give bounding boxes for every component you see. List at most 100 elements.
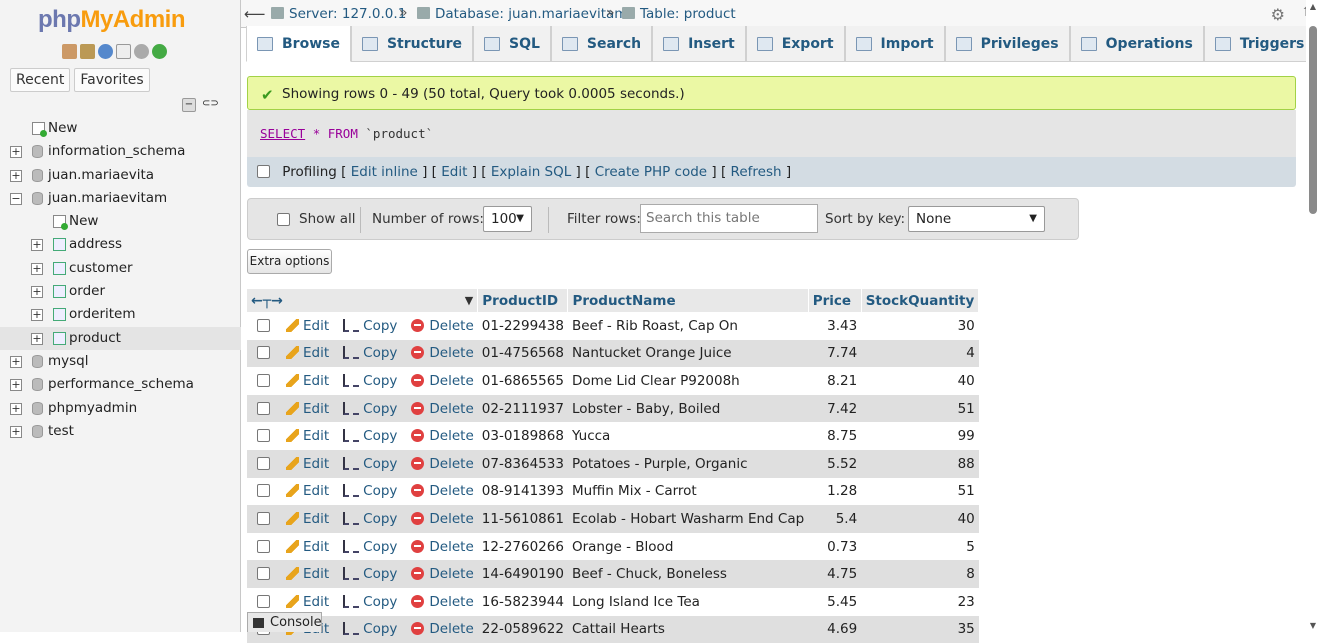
cell-stockquantity[interactable]: 88 — [861, 449, 979, 478]
tab-import[interactable]: Import — [844, 26, 945, 62]
cell-productid[interactable]: 03-0189868 — [477, 422, 568, 450]
tab-search[interactable]: Search — [550, 26, 653, 62]
collapse-icon[interactable]: − — [10, 192, 22, 205]
row-delete-link[interactable]: Delete — [411, 456, 474, 472]
cell-stockquantity[interactable]: 4 — [861, 339, 979, 368]
row-delete-link[interactable]: Delete — [411, 318, 474, 334]
row-copy-link[interactable]: Copy — [343, 511, 397, 527]
cell-productname[interactable]: Orange - Blood — [567, 532, 809, 561]
row-checkbox[interactable] — [257, 401, 270, 415]
expand-icon[interactable]: + — [31, 332, 43, 345]
tree-item-mysql[interactable]: + mysql — [0, 350, 241, 373]
breadcrumb-server[interactable]: Server: 127.0.0.1 — [271, 6, 406, 22]
row-copy-link[interactable]: Copy — [343, 594, 397, 610]
tree-item-label[interactable]: customer — [69, 257, 133, 280]
row-copy-link[interactable]: Copy — [343, 539, 397, 555]
cell-productname[interactable]: Dome Lid Clear P92008h — [567, 367, 809, 395]
expand-icon[interactable]: + — [31, 262, 43, 275]
row-delete-link[interactable]: Delete — [411, 511, 474, 527]
cell-price[interactable]: 7.42 — [808, 394, 862, 423]
tree-item-label[interactable]: phpmyadmin — [48, 397, 137, 420]
tree-item-customer[interactable]: + customer — [0, 257, 241, 280]
cell-productid[interactable]: 14-6490190 — [477, 560, 568, 588]
row-checkbox[interactable] — [257, 318, 270, 332]
breadcrumb-database[interactable]: Database: juan.mariaevitam — [417, 6, 627, 22]
row-copy-link[interactable]: Copy — [343, 428, 397, 444]
cell-productname[interactable]: Cattail Hearts — [567, 615, 809, 643]
exit-icon[interactable] — [80, 44, 95, 59]
column-header-productname[interactable]: ProductName — [567, 289, 809, 312]
expand-icon[interactable]: + — [31, 309, 43, 322]
row-checkbox[interactable] — [257, 539, 270, 553]
row-edit-link[interactable]: Edit — [286, 345, 329, 361]
tree-item-label[interactable]: New — [69, 210, 98, 233]
cell-price[interactable]: 3.43 — [808, 312, 862, 340]
expand-icon[interactable]: + — [10, 425, 22, 438]
tree-item-orderitem[interactable]: + orderitem — [0, 303, 241, 326]
help-icon[interactable] — [98, 44, 113, 59]
cell-price[interactable]: 4.75 — [808, 560, 862, 588]
cell-productid[interactable]: 07-8364533 — [477, 449, 568, 478]
cell-productid[interactable]: 01-6865565 — [477, 367, 568, 395]
row-copy-link[interactable]: Copy — [343, 318, 397, 334]
row-edit-link[interactable]: Edit — [286, 401, 329, 417]
row-delete-link[interactable]: Delete — [411, 401, 474, 417]
cell-price[interactable]: 5.4 — [808, 505, 862, 533]
sort-triangle-icon[interactable]: ▼ — [465, 294, 473, 307]
row-edit-link[interactable]: Edit — [286, 428, 329, 444]
cell-productid[interactable]: 01-4756568 — [477, 339, 568, 368]
cell-price[interactable]: 0.73 — [808, 532, 862, 561]
tree-item-label[interactable]: New — [48, 117, 77, 140]
tree-item-performance-schema[interactable]: + performance_schema — [0, 373, 241, 396]
tree-item-phpmyadmin[interactable]: + phpmyadmin — [0, 397, 241, 420]
refresh-link[interactable]: Refresh — [731, 164, 782, 180]
row-copy-link[interactable]: Copy — [343, 456, 397, 472]
phpmyadmin-logo[interactable]: phpMyAdmin — [38, 6, 185, 34]
row-checkbox[interactable] — [257, 373, 270, 387]
row-delete-link[interactable]: Delete — [411, 566, 474, 582]
tab-insert[interactable]: Insert — [652, 26, 746, 62]
row-delete-link[interactable]: Delete — [411, 539, 474, 555]
home-icon[interactable] — [62, 44, 77, 59]
tree-item-label[interactable]: juan.mariaevita — [48, 164, 154, 187]
column-resize-arrows-icon[interactable]: ←┬→ — [251, 293, 283, 309]
cell-price[interactable]: 8.21 — [808, 367, 862, 395]
cell-stockquantity[interactable]: 51 — [861, 394, 979, 423]
row-checkbox[interactable] — [257, 456, 270, 470]
cell-price[interactable]: 4.69 — [808, 615, 862, 643]
sql-select-keyword[interactable]: SELECT — [260, 126, 305, 141]
scrollbar[interactable]: ▲ ▼ — [1306, 0, 1319, 632]
favorites-tab[interactable]: Favorites — [74, 68, 150, 92]
console-button[interactable]: Console — [247, 612, 322, 632]
row-delete-link[interactable]: Delete — [411, 373, 474, 389]
scrollbar-thumb[interactable] — [1309, 26, 1317, 214]
recent-tab[interactable]: Recent — [10, 68, 71, 92]
expand-icon[interactable]: + — [10, 402, 22, 415]
tree-item-juan-mariaevitam[interactable]: − juan.mariaevitam — [0, 187, 241, 210]
cell-productid[interactable]: 16-5823944 — [477, 587, 568, 616]
row-checkbox[interactable] — [257, 594, 270, 608]
create-php-code-link[interactable]: Create PHP code — [595, 164, 707, 180]
tab-privileges[interactable]: Privileges — [944, 26, 1070, 62]
row-copy-link[interactable]: Copy — [343, 345, 397, 361]
edit-inline-link[interactable]: Edit inline — [351, 164, 418, 180]
settings-icon[interactable] — [134, 44, 149, 59]
cell-price[interactable]: 8.75 — [808, 422, 862, 450]
link-icon[interactable]: ⊂⊃ — [202, 98, 219, 112]
profiling-checkbox[interactable] — [257, 165, 270, 178]
expand-icon[interactable]: + — [31, 239, 43, 252]
explain-sql-link[interactable]: Explain SQL — [491, 164, 571, 180]
tree-item-product[interactable]: + product — [0, 326, 241, 350]
cell-stockquantity[interactable]: 40 — [861, 505, 979, 533]
row-edit-link[interactable]: Edit — [286, 566, 329, 582]
cell-productid[interactable]: 12-2760266 — [477, 532, 568, 561]
tree-item-label[interactable]: performance_schema — [48, 373, 194, 396]
tree-item-label[interactable]: address — [69, 233, 122, 256]
row-checkbox[interactable] — [257, 567, 270, 581]
column-header-stockquantity[interactable]: StockQuantity — [861, 289, 980, 312]
tree-item-label[interactable]: juan.mariaevitam — [48, 187, 167, 210]
tree-item-label[interactable]: mysql — [48, 350, 89, 373]
row-copy-link[interactable]: Copy — [343, 401, 397, 417]
sort-by-key-select[interactable]: None ▼ — [908, 206, 1045, 232]
cell-stockquantity[interactable]: 5 — [861, 532, 979, 561]
